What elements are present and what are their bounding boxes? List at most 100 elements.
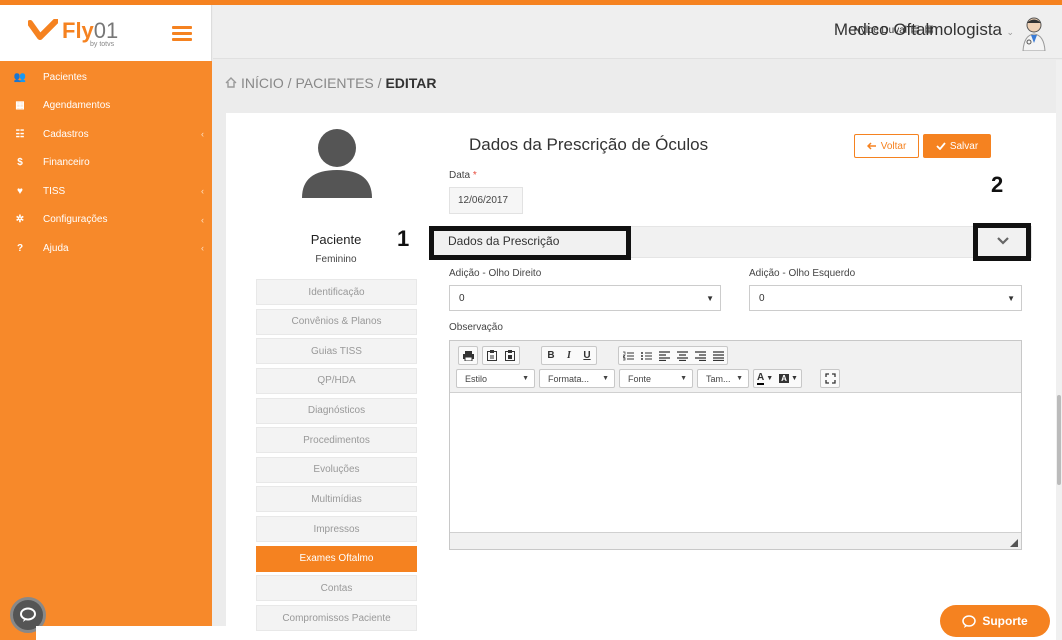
font-combo[interactable]: Fonte ▼ (619, 369, 693, 388)
chat-icon (962, 614, 977, 628)
save-button[interactable]: Salvar (923, 134, 991, 158)
list-icon: ☷ (15, 128, 25, 140)
back-button[interactable]: Voltar (854, 134, 919, 158)
underline-icon[interactable]: U (578, 347, 596, 364)
header-role[interactable]: Medico Oftalmologista (834, 20, 1002, 40)
paste-word-icon[interactable] (501, 347, 519, 364)
sidebar-item-label: Configurações (43, 214, 108, 226)
patient-nav-item[interactable]: Convênios & Planos (256, 308, 417, 335)
sidebar-item-financeiro[interactable]: $ Financeiro (0, 149, 212, 178)
italic-icon[interactable]: I (560, 347, 578, 364)
bullet-list-icon[interactable] (637, 347, 655, 364)
page-scrollbar-thumb[interactable] (1057, 395, 1061, 485)
patient-nav-item[interactable]: QP/HDA (256, 367, 417, 394)
format-combo[interactable]: Formata... ▼ (539, 369, 615, 388)
sidebar-item-cadastros[interactable]: ☷ Cadastros ‹ (0, 120, 212, 149)
question-icon: ? (16, 242, 24, 254)
calendar-icon: ▦ (15, 100, 25, 112)
maximize-icon[interactable] (821, 370, 839, 387)
users-icon: 👥 (13, 71, 27, 83)
breadcrumb-separator: / (373, 75, 386, 91)
patient-nav-item[interactable]: Compromissos Paciente (256, 605, 417, 632)
sidebar-item-label: TISS (43, 185, 66, 197)
patient-nav-item[interactable]: Diagnósticos (256, 397, 417, 424)
editor-footer (450, 532, 1021, 549)
chevron-down-icon[interactable]: ⌄ (1006, 27, 1014, 38)
sidebar-item-configuraes[interactable]: ✲ Configurações ‹ (0, 206, 212, 235)
arrow-left-icon (866, 142, 876, 150)
sidebar-item-tiss[interactable]: ♥ TISS ‹ (0, 177, 212, 206)
caret-down-icon: ▼ (1007, 294, 1015, 303)
toolbar-group-lists-align (618, 346, 728, 365)
toolbar-group-format: B I U (541, 346, 597, 365)
toolbar-group-print (458, 346, 478, 365)
patient-nav-item[interactable]: Identificação (256, 279, 417, 305)
background-color-icon[interactable]: A ▼ (776, 370, 801, 387)
logo-subtitle: by totvs (90, 41, 115, 48)
sidebar-item-label: Pacientes (43, 71, 87, 83)
breadcrumb-pacientes[interactable]: PACIENTES (295, 75, 373, 91)
caret-down-icon: ▼ (706, 294, 714, 303)
resize-grip-icon[interactable] (1010, 539, 1018, 547)
hamburger-menu-button[interactable] (172, 26, 192, 41)
align-right-icon[interactable] (691, 347, 709, 364)
text-color-icon[interactable]: A ▼ (754, 370, 776, 387)
doctor-avatar[interactable] (1020, 15, 1048, 51)
sidebar-item-label: Financeiro (43, 157, 90, 169)
sidebar: Fly01 by totvs 👥 Pacientes ▦ Agendamentos ☷ C… (0, 5, 212, 640)
bold-icon[interactable]: B (542, 347, 560, 364)
save-button-label: Salvar (949, 140, 979, 152)
chevron-left-icon: ‹ (201, 214, 204, 225)
support-label: Suporte (982, 614, 1028, 628)
add-oe-select[interactable]: 0 ▼ (749, 285, 1022, 311)
patient-nav-item[interactable]: Procedimentos (256, 427, 417, 454)
align-left-icon[interactable] (655, 347, 673, 364)
print-icon[interactable] (459, 347, 477, 364)
sidebar-item-ajuda[interactable]: ? Ajuda ‹ (0, 234, 212, 263)
sidebar-menu: 👥 Pacientes ▦ Agendamentos ☷ Cadastros ‹ $ Finan… (0, 63, 212, 263)
home-icon[interactable] (225, 75, 237, 91)
size-combo[interactable]: Tam... ▼ (697, 369, 749, 388)
annotation-box-2 (973, 223, 1031, 261)
page-title: Dados da Prescrição de Óculos (469, 135, 709, 154)
annotation-number-2: 2 (991, 172, 1004, 197)
toolbar-group-colors: A ▼ A ▼ (753, 369, 802, 388)
breadcrumb: INÍCIO / PACIENTES / EDITAR (225, 75, 437, 91)
logo-area: Fly01 by totvs (0, 5, 212, 61)
patient-nav-item[interactable]: Exames Oftalmo (256, 545, 417, 572)
gear-icon: ✲ (15, 214, 25, 226)
toolbar-group-paste (482, 346, 520, 365)
breadcrumb-home[interactable]: INÍCIO (241, 75, 284, 91)
justify-icon[interactable] (709, 347, 727, 364)
align-center-icon[interactable] (673, 347, 691, 364)
sidebar-item-label: Cadastros (43, 128, 89, 140)
page-scrollbar-track[interactable] (1056, 60, 1062, 640)
fly01-logo-icon (28, 19, 58, 40)
sidebar-item-agendamentos[interactable]: ▦ Agendamentos (0, 92, 212, 121)
date-label: Data * (449, 170, 477, 181)
date-input[interactable]: 12/06/2017 (449, 187, 523, 214)
numbered-list-icon[interactable] (619, 347, 637, 364)
add-od-label: Adição - Olho Direito (449, 268, 542, 279)
back-button-label: Voltar (880, 140, 907, 152)
patient-gender: Feminino (315, 254, 357, 265)
editor-content-area[interactable] (450, 393, 1021, 532)
check-icon (936, 142, 946, 150)
chevron-left-icon: ‹ (201, 129, 204, 140)
patient-label: Paciente (310, 232, 362, 247)
style-combo[interactable]: Estilo ▼ (456, 369, 535, 388)
add-od-select[interactable]: 0 ▼ (449, 285, 721, 311)
patient-nav-item[interactable]: Contas (256, 575, 417, 602)
editor-toolbar: B I U Estilo ▼ Formata... ▼ Fonte ▼ Tam.… (450, 341, 1021, 393)
breadcrumb-current: EDITAR (385, 75, 437, 91)
add-od-value: 0 (459, 292, 465, 304)
patient-nav-item[interactable]: Impressos (256, 516, 417, 543)
patient-nav-item[interactable]: Multimídias (256, 486, 417, 513)
patient-nav-item[interactable]: Guias TISS (256, 338, 417, 365)
patient-nav-item[interactable]: Evoluções (256, 456, 417, 483)
add-oe-value: 0 (759, 292, 765, 304)
paste-text-icon[interactable] (483, 347, 501, 364)
support-button[interactable]: Suporte (940, 605, 1050, 637)
sidebar-item-pacientes[interactable]: 👥 Pacientes (0, 63, 212, 92)
observation-label: Observação (449, 322, 503, 333)
